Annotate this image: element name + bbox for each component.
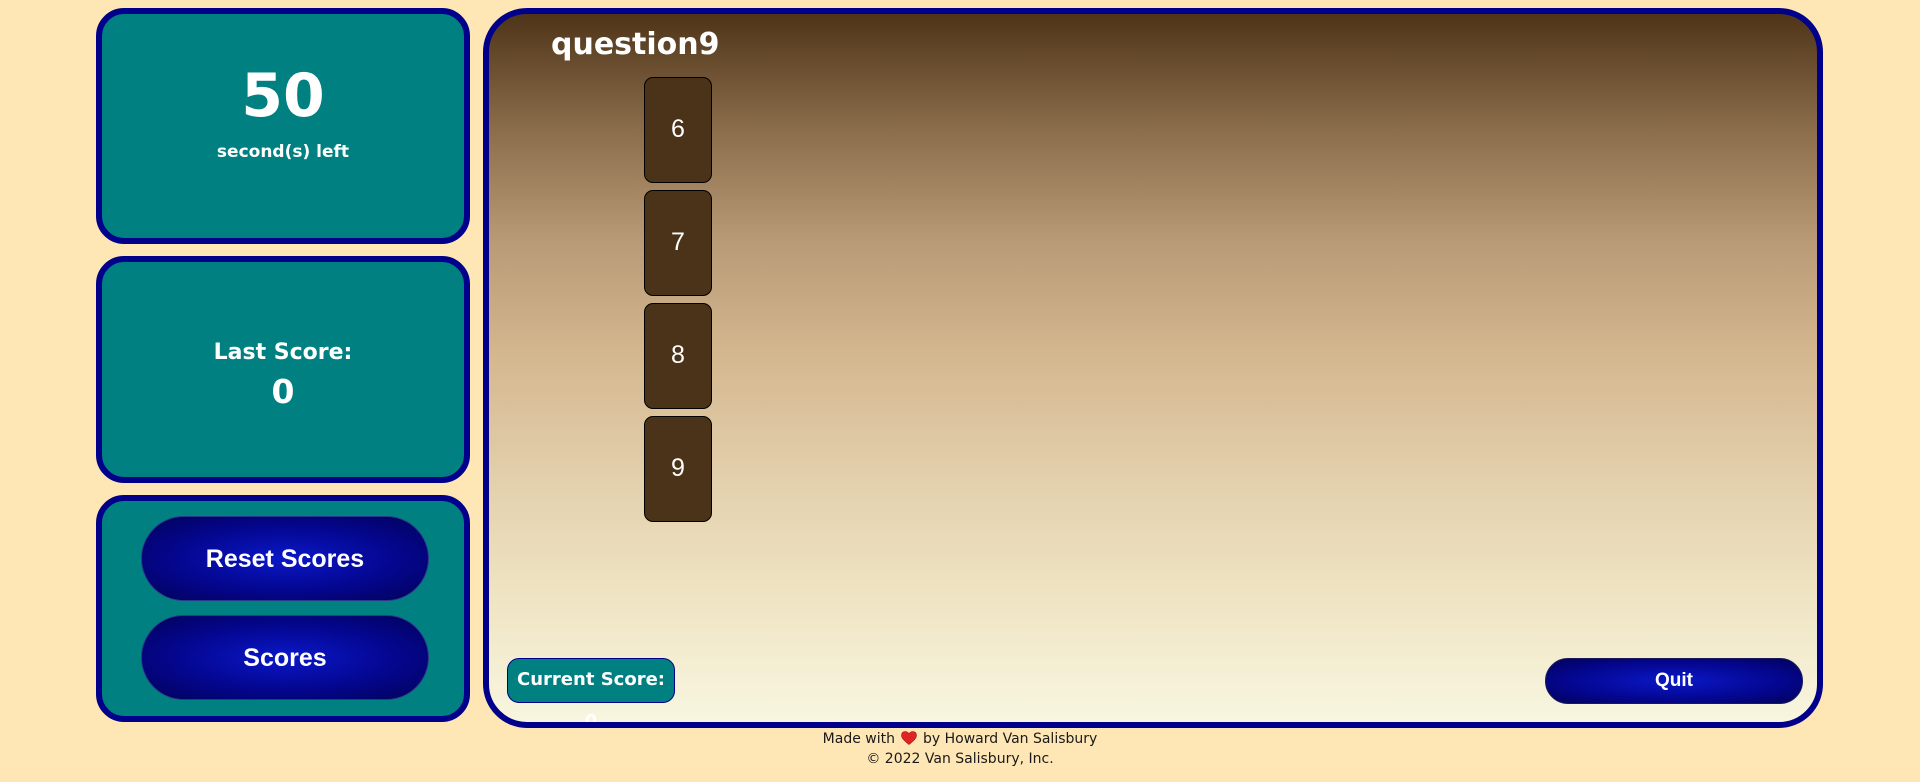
- current-score-badge: Current Score: 0: [507, 658, 675, 722]
- timer-panel: 50 second(s) left: [96, 8, 470, 244]
- footer-credit: Made with by Howard Van Salisbury: [0, 729, 1920, 749]
- game-board: question9 6 7 8 9 Current Score: 0 Quit: [483, 8, 1823, 728]
- answer-card-list: 6 7 8 9: [644, 77, 712, 529]
- answer-card[interactable]: 8: [644, 303, 712, 409]
- score-actions-panel: Reset Scores Scores: [96, 495, 470, 722]
- last-score-panel: Last Score: 0: [96, 256, 470, 483]
- answer-card[interactable]: 6: [644, 77, 712, 183]
- timer-label: second(s) left: [216, 142, 350, 162]
- scores-button[interactable]: Scores: [141, 615, 429, 700]
- timer-value: 50: [241, 61, 325, 131]
- answer-card[interactable]: 9: [644, 416, 712, 522]
- footer-made-with: Made with: [822, 731, 895, 747]
- last-score-value: 0: [271, 372, 295, 411]
- question-title: question9: [551, 27, 720, 62]
- footer-author: by Howard Van Salisbury: [922, 731, 1098, 747]
- heart-icon: [901, 731, 917, 745]
- answer-card[interactable]: 7: [644, 190, 712, 296]
- footer-copyright: © 2022 Van Salisbury, Inc.: [866, 751, 1054, 767]
- last-score-label: Last Score:: [213, 340, 353, 365]
- reset-scores-button[interactable]: Reset Scores: [141, 516, 429, 601]
- quit-button[interactable]: Quit: [1545, 658, 1803, 704]
